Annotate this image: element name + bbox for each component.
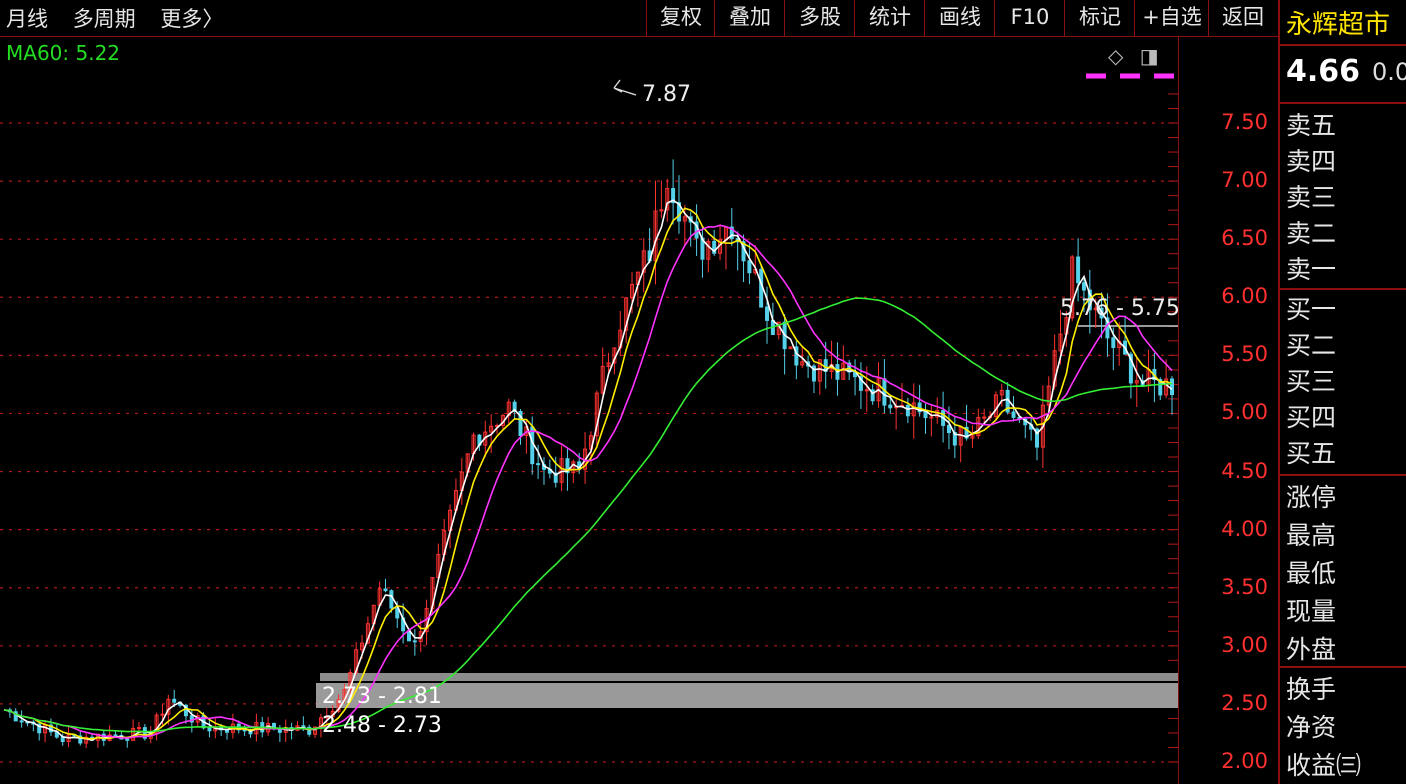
candle-body xyxy=(412,640,417,643)
y-tick-label: 3.00 xyxy=(1221,632,1268,657)
stat-volume: 现量 xyxy=(1286,597,1337,626)
stat-limit-up: 涨停 xyxy=(1286,483,1337,512)
candle-body xyxy=(125,738,130,741)
ask-1: 卖一 xyxy=(1286,255,1337,284)
ma60-line xyxy=(3,297,1173,733)
kline-chart[interactable] xyxy=(0,37,1178,784)
candle-body xyxy=(389,590,394,609)
candle-body xyxy=(113,734,118,737)
multi-stock-button[interactable]: 多股 xyxy=(784,0,855,36)
band-lower-label: 2.48 - 2.73 xyxy=(322,713,442,738)
candle-body xyxy=(172,698,177,703)
panel-divider xyxy=(1280,102,1406,104)
dash-marker-icon xyxy=(1086,73,1178,79)
y-tick-label: 6.00 xyxy=(1221,284,1268,309)
range-label: 5.76 - 5.75 xyxy=(1060,296,1180,321)
candle-body xyxy=(864,389,869,392)
stock-name[interactable]: 永辉超市 xyxy=(1286,4,1390,41)
ma20-line xyxy=(3,224,1173,739)
candle-body xyxy=(207,727,212,732)
statistics-button[interactable]: 统计 xyxy=(854,0,925,36)
candle-body xyxy=(19,720,24,723)
ask-5: 卖五 xyxy=(1286,111,1337,140)
candle-body xyxy=(1111,337,1116,348)
peak-arrow xyxy=(613,79,637,96)
bid-2: 买二 xyxy=(1286,331,1337,360)
candle-body xyxy=(747,260,752,274)
y-tick-label: 7.00 xyxy=(1221,168,1268,193)
y-tick-label: 5.00 xyxy=(1221,400,1268,425)
candle-body xyxy=(888,404,893,409)
ma5-line xyxy=(3,199,1173,742)
candle-body xyxy=(242,729,247,732)
candle-body xyxy=(1081,282,1086,291)
diamond-icon[interactable]: ◇ xyxy=(1108,44,1123,68)
candle-body xyxy=(383,588,388,592)
draw-line-button[interactable]: 画线 xyxy=(924,0,995,36)
quote-panel: 永辉超市 4.66 0.0 卖五 卖四 卖三 卖二 卖一 买一 买二 买三 买四… xyxy=(1278,0,1406,784)
y-tick-label: 5.50 xyxy=(1221,342,1268,367)
ask-4: 卖四 xyxy=(1286,147,1337,176)
bid-1: 买一 xyxy=(1286,295,1337,324)
stat-net-asset: 净资 xyxy=(1286,713,1337,742)
bid-3: 买三 xyxy=(1286,367,1337,396)
more-menu[interactable]: 更多〉 xyxy=(160,7,223,31)
bid-4: 买四 xyxy=(1286,403,1337,432)
candle-body xyxy=(536,463,541,466)
candle-body xyxy=(905,404,910,417)
stat-turnover: 换手 xyxy=(1286,675,1337,704)
band-upper-label: 2.73 - 2.81 xyxy=(322,684,442,709)
chart-tools: ◇ ◨ xyxy=(1108,44,1159,68)
stat-eps: 收益㈢ xyxy=(1286,751,1362,780)
overlay-button[interactable]: 叠加 xyxy=(714,0,785,36)
candle-body xyxy=(1170,378,1174,396)
panel-toggle-icon[interactable]: ◨ xyxy=(1140,44,1159,68)
panel-divider xyxy=(1280,44,1406,46)
candle-body xyxy=(1076,256,1081,284)
band-upper xyxy=(320,673,1178,681)
y-tick-label: 6.50 xyxy=(1221,226,1268,251)
candle-body xyxy=(160,713,165,716)
ma10-line xyxy=(3,207,1173,740)
bid-5: 买五 xyxy=(1286,439,1337,468)
ask-3: 卖三 xyxy=(1286,183,1337,212)
ask-2: 卖二 xyxy=(1286,219,1337,248)
price-axis: 7.50 7.00 6.50 6.00 5.50 5.00 4.50 4.00 3.50 3.00… xyxy=(1180,0,1278,784)
panel-divider xyxy=(1280,474,1406,476)
panel-divider xyxy=(1280,666,1406,668)
top-toolbar: 月线 多周期 更多〉 复权 叠加 多股 统计 画线 F10 标记 +自选 返回 xyxy=(0,0,1278,36)
y-tick-label: 3.50 xyxy=(1221,574,1268,599)
period-selector: 月线 多周期 更多〉 xyxy=(6,3,241,33)
candle-body xyxy=(765,306,770,321)
stat-outer: 外盘 xyxy=(1286,635,1337,664)
stat-low: 最低 xyxy=(1286,559,1337,588)
candle-body xyxy=(982,416,987,419)
peak-label: 7.87 xyxy=(642,82,691,107)
y-tick-label: 7.50 xyxy=(1221,110,1268,134)
candle-body xyxy=(929,416,934,419)
f10-button[interactable]: F10 xyxy=(994,0,1065,36)
multi-period[interactable]: 多周期 xyxy=(73,7,136,31)
mark-button[interactable]: 标记 xyxy=(1064,0,1135,36)
band-lower xyxy=(316,683,1178,708)
price-change: 0.0 xyxy=(1372,58,1406,86)
ma60-label: MA60: 5.22 xyxy=(6,41,121,65)
stat-high: 最高 xyxy=(1286,521,1337,550)
candle-body xyxy=(136,727,141,730)
axis-divider xyxy=(1178,37,1179,784)
y-tick-label: 2.50 xyxy=(1221,690,1268,715)
adjust-button[interactable]: 复权 xyxy=(646,0,715,36)
period-monthly[interactable]: 月线 xyxy=(6,7,48,31)
y-tick-label: 2.00 xyxy=(1221,749,1268,773)
candle-body xyxy=(1011,411,1016,418)
y-tick-label: 4.00 xyxy=(1221,516,1268,541)
y-tick-label: 4.50 xyxy=(1221,458,1268,483)
last-price: 4.66 xyxy=(1286,54,1361,89)
